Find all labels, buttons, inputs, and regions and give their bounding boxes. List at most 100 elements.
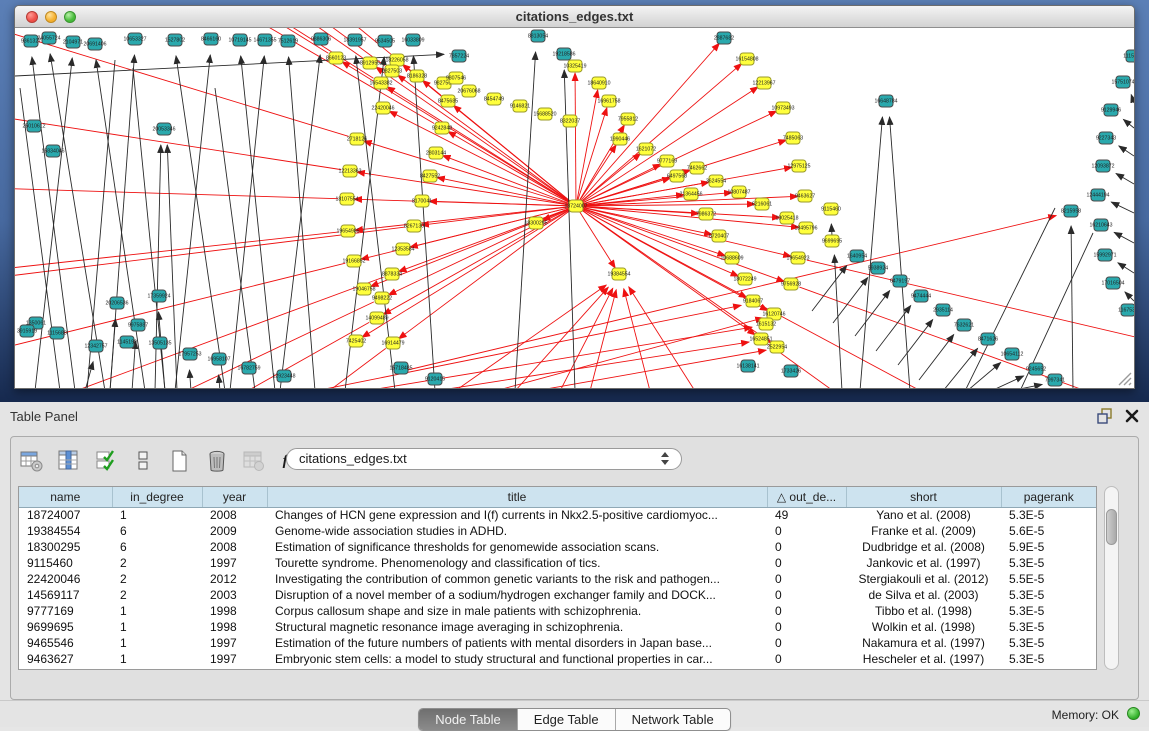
table-row[interactable]: 1872400712008Changes of HCN gene express… (19, 507, 1096, 523)
table-cell: 2003 (202, 587, 267, 603)
network-node-label: 9827503 (382, 69, 402, 75)
network-node-label: 10807487 (727, 190, 750, 196)
network-canvas[interactable]: 9361327240557242104971206914061065332715… (15, 28, 1134, 388)
table-cell: 1 (112, 651, 202, 667)
network-node-label: 6216061 (752, 202, 772, 208)
table-cell: 6 (112, 539, 202, 555)
table-cell: 2 (112, 587, 202, 603)
network-node-label: 7425402 (346, 339, 366, 345)
network-node-label: 1640954 (847, 254, 867, 260)
network-node-label: 18107554 (335, 197, 358, 203)
table-header-row[interactable]: namein_degreeyeartitle△ out_de...shortpa… (19, 487, 1096, 507)
network-node-label: 16648784 (874, 99, 897, 105)
table-cell: Yano et al. (2008) (846, 507, 1001, 523)
table-cell: 2 (112, 555, 202, 571)
network-node-label: 9129946 (1101, 108, 1121, 114)
scrollbar-thumb[interactable] (1106, 509, 1117, 545)
network-node-label: 8912955 (360, 61, 380, 67)
network-node-label: 7857224 (449, 54, 469, 60)
table-cell: Tibbo et al. (1998) (846, 603, 1001, 619)
network-node-label: 9245652 (1026, 367, 1046, 373)
network-node-label: 15834046 (41, 149, 64, 155)
select-columns-icon[interactable] (56, 448, 82, 474)
network-node-label: 6497568 (667, 174, 687, 180)
table-selector-value: citations_edges.txt (299, 451, 407, 466)
network-edge (1010, 384, 1042, 388)
column-header[interactable]: in_degree (112, 487, 202, 507)
table-cell: Wolkin et al. (1998) (846, 619, 1001, 635)
network-node-label: 16524851 (749, 337, 772, 343)
table-scrollbar[interactable] (1104, 486, 1119, 670)
delete-column-icon[interactable] (204, 448, 230, 474)
close-panel-icon[interactable] (1125, 409, 1139, 423)
network-node-label: 9474444 (911, 294, 931, 300)
window-minimize-button[interactable] (45, 11, 57, 23)
network-node-label: 16782759 (237, 366, 260, 372)
network-node-label: 12342757 (84, 344, 107, 350)
row-height-icon[interactable] (130, 448, 156, 474)
network-edge (834, 255, 842, 388)
window-close-button[interactable] (26, 11, 38, 23)
table-cell: 5.3E-5 (1001, 619, 1096, 635)
table-row[interactable]: 2242004622012Investigating the contribut… (19, 571, 1096, 587)
table-cell: 1 (112, 619, 202, 635)
float-panel-icon[interactable] (1097, 408, 1113, 424)
network-node-label: 9227343 (1096, 136, 1116, 142)
column-header[interactable]: short (846, 487, 1001, 507)
network-edge (535, 350, 766, 388)
network-node-label: 19218586 (552, 52, 575, 58)
table-row[interactable]: 911546021997Tourette syndrome. Phenomeno… (19, 555, 1096, 571)
table-row[interactable]: 969969511998Structural magnetic resonanc… (19, 619, 1096, 635)
table-row[interactable]: 977716911998Corpus callosum shape and si… (19, 603, 1096, 619)
network-edge (1131, 95, 1134, 103)
column-header[interactable]: year (202, 487, 267, 507)
table-cell: 2009 (202, 523, 267, 539)
table-cell: 19384554 (19, 523, 112, 539)
network-node-label: 9777169 (657, 159, 677, 165)
network-node-label: 15751074 (1111, 80, 1134, 86)
table-selector[interactable]: citations_edges.txt (286, 448, 682, 470)
network-node-label: 18226058 (385, 58, 408, 64)
network-node-label: 19166852 (342, 259, 365, 265)
table-row[interactable]: 946554611997Estimation of the future num… (19, 635, 1096, 651)
network-edge (919, 335, 954, 380)
table-row[interactable]: 1938455462009Genome-wide association stu… (19, 523, 1096, 539)
table-row[interactable]: 1830029562008Estimation of significance … (19, 539, 1096, 555)
table-mode-icon[interactable] (19, 448, 45, 474)
table-cell: Dudbridge et al. (2008) (846, 539, 1001, 555)
network-node-label: 12213967 (752, 81, 775, 87)
network-node-label: 9498222 (372, 296, 392, 302)
network-node-label: 7955812 (618, 117, 638, 123)
network-edge (1111, 202, 1134, 213)
table-row[interactable]: 946362711997Embryonic stem cells: a mode… (19, 651, 1096, 667)
network-edge (1125, 292, 1134, 301)
network-node-label: 16914479 (381, 341, 404, 347)
window-zoom-button[interactable] (64, 11, 76, 23)
table-cell: 5.5E-5 (1001, 571, 1096, 587)
column-header[interactable]: name (19, 487, 112, 507)
network-edge (576, 43, 719, 206)
network-node-label: 9115460 (821, 207, 841, 213)
window-titlebar[interactable]: citations_edges.txt (15, 6, 1134, 28)
table-cell: 0 (767, 619, 846, 635)
table-cell: Structural magnetic resonance image aver… (267, 619, 767, 635)
network-edge (898, 320, 933, 365)
network-node-label: 9242848 (432, 126, 452, 132)
column-header[interactable]: pagerank (1001, 487, 1096, 507)
table-row[interactable]: 1456911722003Disruption of a novel membe… (19, 587, 1096, 603)
table-cell: 0 (767, 651, 846, 667)
network-node-label: 8471626 (978, 337, 998, 343)
network-node-label: 14671355 (253, 38, 276, 44)
table-cell: 9465546 (19, 635, 112, 651)
resize-grip[interactable] (1116, 370, 1132, 386)
column-header[interactable]: title (267, 487, 767, 507)
network-edge (453, 105, 576, 206)
table-cell: 22420046 (19, 571, 112, 587)
column-header[interactable]: △ out_de... (767, 487, 846, 507)
row-selection-icon[interactable] (93, 448, 119, 474)
table-cell: 0 (767, 635, 846, 651)
network-node-label: 8720407 (709, 234, 729, 240)
create-column-icon[interactable] (167, 448, 193, 474)
network-node-label: 12975125 (787, 164, 810, 170)
table-cell: 9115460 (19, 555, 112, 571)
